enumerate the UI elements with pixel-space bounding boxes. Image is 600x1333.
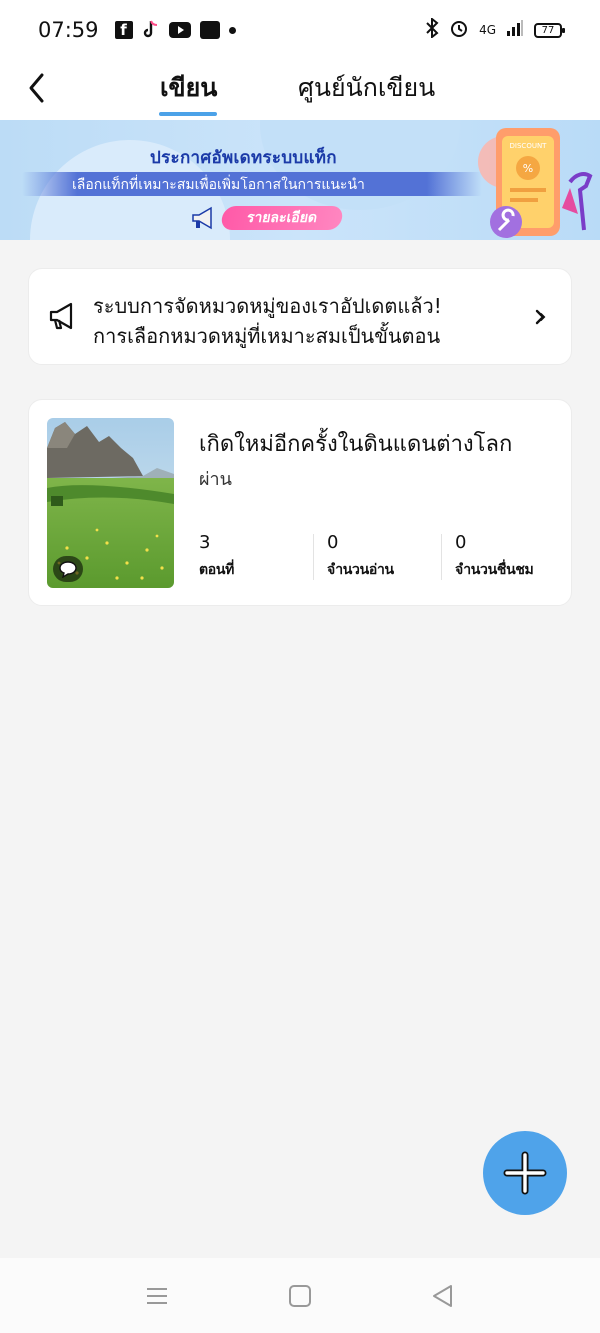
novel-status: ผ่าน <box>199 469 232 490</box>
category-update-notice[interactable]: ระบบการจัดหมวดหมู่ของเราอัปเดตแล้ว! การเ… <box>28 268 572 365</box>
art-label: DISCOUNT <box>510 142 548 150</box>
notice-line: ระบบการจัดหมวดหมู่ของเราอัปเดตแล้ว! <box>93 294 442 318</box>
tab-writer-center[interactable]: ศูนย์นักเขียน <box>298 68 435 108</box>
stat-reads: 0 จำนวนอ่าน <box>327 532 394 581</box>
banner-details-button[interactable]: รายละเอียด <box>219 206 345 230</box>
stat-value: 3 <box>199 532 211 553</box>
notice-text: ระบบการจัดหมวดหมู่ของเราอัปเดตแล้ว! การเ… <box>93 291 442 351</box>
webtoon-icon <box>199 21 220 39</box>
megaphone-icon <box>192 206 212 230</box>
stat-divider <box>313 534 314 580</box>
system-navigation-bar <box>0 1258 600 1333</box>
stat-label: จำนวนอ่าน <box>327 562 394 578</box>
home-icon <box>289 1285 311 1307</box>
signal-icon <box>506 19 524 42</box>
notice-line: การเลือกหมวดหมู่ที่เหมาะสมเป็นขั้นตอน <box>93 324 441 348</box>
back-arrow-icon <box>29 73 44 103</box>
active-tab-indicator <box>159 112 217 116</box>
stat-value: 0 <box>455 532 467 553</box>
home-button[interactable] <box>286 1282 314 1310</box>
facebook-icon: f <box>114 21 133 39</box>
stat-divider <box>441 534 442 580</box>
stat-label: ตอนที่ <box>199 562 235 578</box>
stat-likes: 0 จำนวนชื่นชม <box>455 532 534 581</box>
back-triangle-icon <box>433 1285 452 1307</box>
promo-banner[interactable]: ประกาศอัพเดทระบบแท็ก เลือกแท็กที่เหมาะสม… <box>0 120 600 240</box>
chevron-right-icon <box>535 309 546 325</box>
back-button[interactable] <box>22 66 62 106</box>
banner-subtitle: เลือกแท็กที่เหมาะสมเพื่อเพิ่มโอกาสในการแ… <box>72 177 365 193</box>
status-right: 4G 77 <box>425 16 565 43</box>
menu-icon <box>147 1288 167 1304</box>
system-back-button[interactable] <box>429 1282 457 1310</box>
network-label: 4G <box>479 23 496 37</box>
novel-title[interactable]: เกิดใหม่อีกครั้งในดินแดนต่างโลก <box>199 426 512 461</box>
stat-episodes: 3 ตอนที่ <box>199 532 234 581</box>
notification-dot-icon <box>228 26 236 34</box>
stat-label: จำนวนชื่นชม <box>455 562 534 578</box>
tab-write[interactable]: เขียน <box>160 68 217 108</box>
status-time: 07:59 <box>38 18 99 42</box>
novel-cover-image[interactable] <box>47 418 174 588</box>
phone-illustration: DISCOUNT % <box>478 128 593 238</box>
banner-title: ประกาศอัพเดทระบบแท็ก <box>150 148 337 168</box>
novel-card[interactable]: เกิดใหม่อีกครั้งในดินแดนต่างโลก ผ่าน 3 ต… <box>28 399 572 606</box>
megaphone-icon <box>49 302 73 330</box>
youtube-icon <box>168 22 191 38</box>
battery-icon: 77 <box>534 22 565 38</box>
tiktok-icon <box>142 20 160 40</box>
bluetooth-icon <box>425 16 439 43</box>
plus-icon <box>503 1151 547 1195</box>
status-bar: 07:59 f 4G 77 <box>0 0 600 60</box>
stat-value: 0 <box>327 532 339 553</box>
top-header: เขียน ศูนย์นักเขียน <box>0 60 600 120</box>
alarm-icon <box>449 18 469 43</box>
svg-text:%: % <box>523 162 533 175</box>
menu-button[interactable] <box>143 1282 171 1310</box>
comment-bubble-icon <box>53 556 83 582</box>
add-novel-button[interactable] <box>483 1131 567 1215</box>
